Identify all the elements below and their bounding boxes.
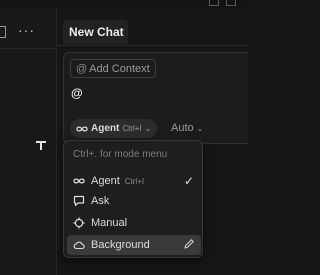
menu-item-manual[interactable]: Manual: [67, 213, 201, 233]
mode-shortcut: Ctrl+I: [122, 124, 142, 133]
mode-selector[interactable]: Agent Ctrl+I ⌄: [70, 119, 158, 138]
cloud-icon: [73, 241, 85, 250]
sidebar-toggle-icon[interactable]: [0, 26, 6, 38]
chat-bubble-icon: [73, 195, 85, 207]
crosshair-icon: [73, 217, 85, 229]
add-context-label: Add Context: [89, 62, 150, 75]
title-bar: [0, 0, 248, 8]
at-sign-icon: @: [76, 62, 88, 75]
chat-composer[interactable]: @ Add Context @ Agent Ctrl+I ⌄ Auto ⌄: [63, 52, 248, 144]
menu-item-label: Agent: [91, 175, 120, 187]
menu-item-label: Ask: [91, 195, 110, 207]
edit-pencil-icon[interactable]: [183, 238, 195, 250]
panel-layout-icon[interactable]: [209, 0, 219, 6]
menu-item-label: Manual: [91, 217, 128, 229]
menu-item-label: Background: [91, 239, 150, 251]
menu-item-background[interactable]: Background: [67, 235, 201, 255]
tab-new-chat[interactable]: New Chat: [63, 20, 128, 44]
more-options-button[interactable]: ···: [18, 22, 35, 38]
composer-input-text[interactable]: @: [71, 86, 83, 100]
menu-item-ask[interactable]: Ask: [67, 191, 201, 211]
model-selector[interactable]: Auto ⌄: [171, 122, 203, 134]
add-context-button[interactable]: @ Add Context: [70, 59, 156, 78]
menu-item-agent[interactable]: Agent Ctrl+I ✓: [67, 171, 201, 191]
menu-item-shortcut: Ctrl+I: [124, 176, 145, 186]
infinity-icon: [73, 178, 85, 184]
tab-title: New Chat: [69, 25, 124, 39]
mode-name: Agent: [91, 123, 120, 134]
infinity-icon: [76, 125, 88, 132]
left-panel: ···: [0, 8, 57, 275]
divider: [0, 48, 57, 49]
checkmark-icon: ✓: [183, 174, 194, 188]
divider: [57, 45, 248, 46]
menu-hint: Ctrl+. for mode menu: [73, 149, 168, 160]
model-name: Auto: [171, 122, 194, 134]
text-cursor-icon: [36, 141, 46, 150]
split-view-icon[interactable]: [226, 0, 236, 6]
chevron-down-icon: ⌄: [144, 124, 152, 133]
mode-menu: Ctrl+. for mode menu Agent Ctrl+I ✓ Ask …: [63, 140, 203, 258]
chevron-down-icon: ⌄: [196, 123, 204, 133]
